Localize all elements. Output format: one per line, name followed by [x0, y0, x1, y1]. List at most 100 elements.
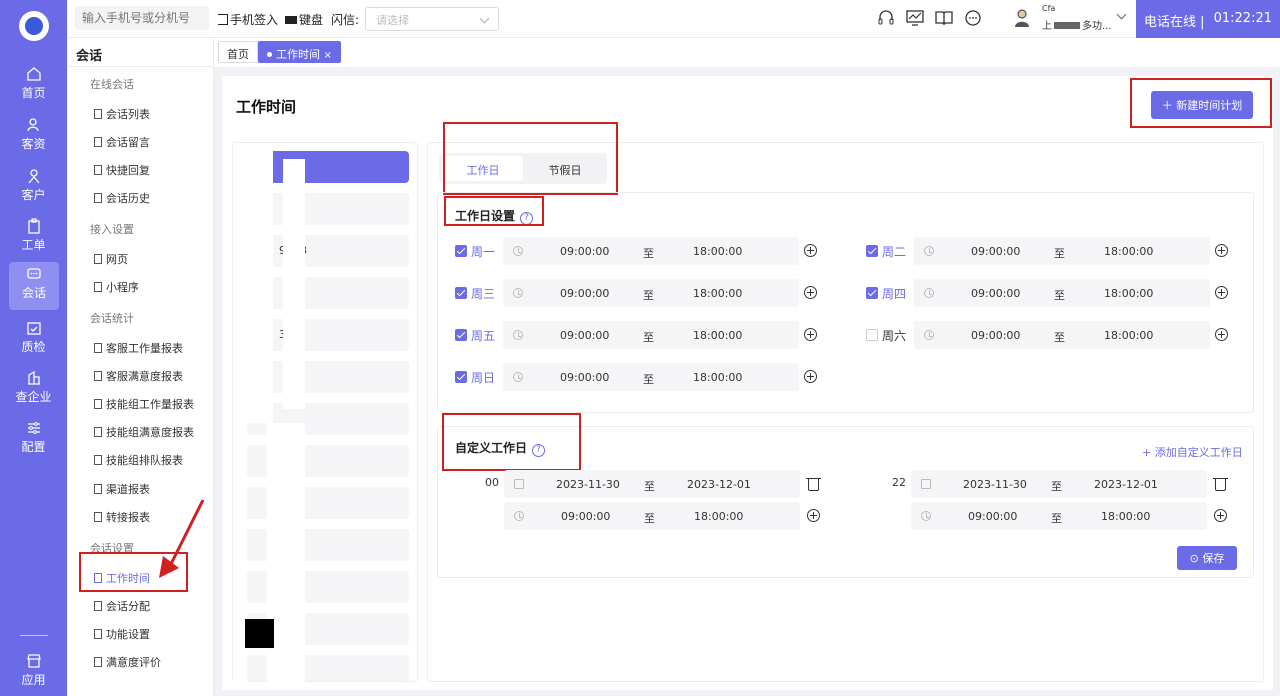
time-range-picker[interactable]: 09:00:00 至 18:00:00	[503, 237, 799, 265]
rail-item-ticket[interactable]: 工单	[0, 214, 67, 262]
time-range-picker[interactable]: 09:00:00 至 18:00:00	[504, 502, 800, 530]
chevron-down-icon	[479, 13, 490, 24]
calendar-icon	[921, 479, 931, 489]
add-time-range-icon[interactable]	[804, 328, 817, 341]
tab-home[interactable]: 首页	[218, 41, 258, 63]
close-icon[interactable]: ×	[324, 50, 332, 61]
workday-settings-section: 工作日设置? 周一 09:00:00 至 18:00:00 周二 09:00:00 至…	[437, 192, 1254, 413]
save-button[interactable]: ⊙ 保存	[1177, 546, 1237, 570]
day-checkbox[interactable]	[455, 245, 467, 257]
keyboard-button[interactable]: 键盘	[285, 11, 323, 28]
monitor-icon[interactable]	[906, 9, 924, 27]
user-avatar-icon[interactable]	[1014, 8, 1030, 28]
add-time-range-icon[interactable]	[804, 370, 817, 383]
document-icon	[94, 282, 102, 292]
document-icon	[94, 512, 102, 522]
sign-in-icon	[218, 14, 228, 25]
nav-item-mini-program[interactable]: 小程序	[94, 279, 139, 295]
message-icon[interactable]	[964, 9, 982, 27]
nav-item-session-assignment[interactable]: 会话分配	[94, 598, 150, 614]
delete-icon[interactable]	[806, 478, 821, 491]
document-icon	[94, 657, 102, 667]
nav-item-session-messages[interactable]: 会话留言	[94, 134, 150, 150]
nav-item-quick-reply[interactable]: 快捷回复	[94, 162, 150, 178]
phone-sign-in-button[interactable]: 手机签入	[218, 11, 278, 28]
top-bar: 手机签入 键盘 闪信: 请选择 Cfa 上多功... 电话在线 | 01:22:…	[67, 0, 1280, 38]
chat-icon	[27, 268, 41, 279]
day-checkbox[interactable]	[455, 371, 467, 383]
nav-item-web[interactable]: 网页	[94, 251, 128, 267]
nav-item-transfer-report[interactable]: 转接报表	[94, 509, 150, 525]
time-range-picker[interactable]: 09:00:00 至 18:00:00	[503, 279, 799, 307]
document-icon	[94, 455, 102, 465]
keyboard-label: 键盘	[299, 13, 324, 27]
main-panel: 工作时间 ＋ 新建时间计划 9898 3 间 工作日 节假日 工作日设置?	[222, 76, 1273, 690]
add-time-range-icon[interactable]	[1215, 244, 1228, 257]
tab-work-hours[interactable]: 工作时间 ×	[258, 41, 341, 63]
date-range-picker[interactable]: 2023-11-30 至 2023-12-01	[911, 470, 1207, 498]
nav-item-agent-satisfaction-report[interactable]: 客服满意度报表	[94, 368, 183, 384]
headset-icon[interactable]	[877, 9, 895, 27]
add-time-range-icon[interactable]	[807, 509, 820, 522]
add-time-range-icon[interactable]	[1215, 286, 1228, 299]
nav-item-agent-workload-report[interactable]: 客服工作量报表	[94, 340, 183, 356]
rail-item-apps[interactable]: 应用	[0, 649, 67, 696]
nav-item-group-satisfaction-report[interactable]: 技能组满意度报表	[94, 424, 194, 440]
time-range-picker[interactable]: 09:00:00 至 18:00:00	[503, 321, 799, 349]
day-checkbox[interactable]	[455, 287, 467, 299]
rail-item-leads[interactable]: 客资	[0, 113, 67, 161]
document-icon	[94, 193, 102, 203]
time-range-picker[interactable]: 09:00:00 至 18:00:00	[914, 321, 1210, 349]
add-time-range-icon[interactable]	[804, 286, 817, 299]
time-range-picker[interactable]: 09:00:00 至 18:00:00	[911, 502, 1207, 530]
home-icon	[26, 67, 41, 81]
phone-number-input[interactable]	[75, 6, 209, 30]
time-range-picker[interactable]: 09:00:00 至 18:00:00	[914, 279, 1210, 307]
nav-item-group-workload-report[interactable]: 技能组工作量报表	[94, 396, 194, 412]
day-row-sunday: 周日 09:00:00 至 18:00:00	[455, 363, 821, 391]
keyboard-icon	[285, 16, 297, 24]
day-label: 周三	[471, 287, 496, 301]
rail-item-customer[interactable]: 客户	[0, 164, 67, 212]
time-range-picker[interactable]: 09:00:00 至 18:00:00	[503, 363, 799, 391]
day-checkbox[interactable]	[866, 329, 878, 341]
add-time-range-icon[interactable]	[804, 244, 817, 257]
flash-select[interactable]: 请选择	[365, 7, 499, 31]
rail-item-home[interactable]: 首页	[0, 62, 67, 110]
delete-icon[interactable]	[1213, 478, 1228, 491]
nav-item-session-history[interactable]: 会话历史	[94, 190, 150, 206]
nav-item-satisfaction-survey[interactable]: 满意度评价	[94, 654, 161, 670]
rail-label: 工单	[21, 238, 46, 252]
time-range-picker[interactable]: 09:00:00 至 18:00:00	[914, 237, 1210, 265]
call-status-bar[interactable]: 电话在线 | 01:22:21	[1136, 0, 1280, 38]
clock-icon	[513, 288, 523, 298]
date-range-picker[interactable]: 2023-11-30 至 2023-12-01	[504, 470, 800, 498]
nav-item-feature-settings[interactable]: 功能设置	[94, 626, 150, 642]
rail-item-quality[interactable]: 质检	[0, 316, 67, 364]
document-icon	[94, 165, 102, 175]
rail-item-chat[interactable]: 会话	[9, 262, 59, 310]
nav-item-group-queue-report[interactable]: 技能组排队报表	[94, 452, 183, 468]
book-icon[interactable]	[935, 9, 953, 27]
day-checkbox[interactable]	[866, 245, 878, 257]
add-time-range-icon[interactable]	[1215, 328, 1228, 341]
highlight-box	[444, 196, 544, 226]
add-custom-workday-link[interactable]: + 添加自定义工作日	[1142, 444, 1243, 460]
sign-in-label: 手机签入	[230, 13, 279, 27]
day-checkbox[interactable]	[866, 287, 878, 299]
user-menu-chevron-icon[interactable]	[1116, 9, 1127, 20]
add-time-range-icon[interactable]	[1214, 509, 1227, 522]
page-tabs: 首页 工作时间 ×	[214, 38, 1280, 67]
redaction	[283, 159, 305, 409]
day-checkbox[interactable]	[455, 329, 467, 341]
rail-label: 客资	[21, 137, 46, 151]
rail-label: 应用	[21, 673, 46, 687]
rail-item-company[interactable]: 查企业	[0, 366, 67, 414]
user-account-name: Cfa	[1042, 4, 1056, 13]
rail-item-config[interactable]: 配置	[0, 416, 67, 464]
ticket-icon	[27, 218, 40, 234]
page-title: 工作时间	[236, 98, 297, 116]
app-logo[interactable]	[19, 11, 49, 41]
nav-item-session-list[interactable]: 会话列表	[94, 106, 150, 122]
nav-item-channel-report[interactable]: 渠道报表	[94, 481, 150, 497]
